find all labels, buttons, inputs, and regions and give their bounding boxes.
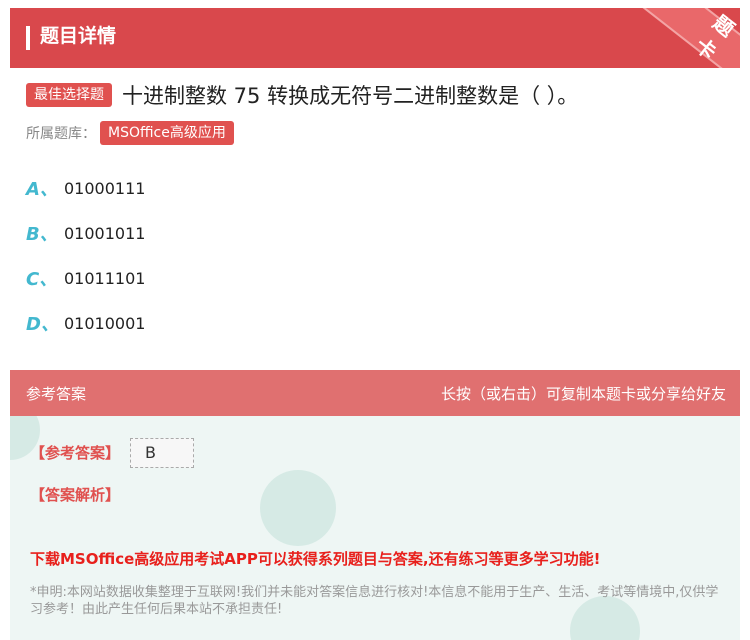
option-letter: A、 bbox=[26, 179, 58, 200]
option-b[interactable]: B、 01001011 bbox=[26, 220, 145, 246]
option-text: 01001011 bbox=[64, 223, 146, 243]
option-letter: D、 bbox=[26, 314, 59, 335]
bank-label: 所属题库： bbox=[26, 126, 96, 142]
app-promo-link[interactable]: 下载MSOffice高级应用考试APP可以获得系列题目与答案,还有练习等更多学习… bbox=[30, 548, 600, 569]
watermark-logo-icon bbox=[260, 470, 336, 546]
option-d[interactable]: D、 01010001 bbox=[26, 310, 145, 336]
question-row: 最佳选择题 十进制整数 75 转换成无符号二进制整数是（ ）。 bbox=[26, 80, 578, 110]
option-c[interactable]: C、 01011101 bbox=[26, 265, 145, 291]
answer-value: B bbox=[130, 438, 194, 468]
answer-label: 【参考答案】 bbox=[30, 444, 121, 462]
page-title: 题目详情 bbox=[40, 25, 117, 47]
option-text: 01000111 bbox=[64, 178, 146, 198]
option-letter: B、 bbox=[26, 224, 58, 245]
option-a[interactable]: A、 01000111 bbox=[26, 175, 145, 201]
answer-header: 参考答案 长按（或右击）可复制本题卡或分享给好友 bbox=[10, 370, 740, 416]
option-letter: C、 bbox=[26, 269, 58, 290]
option-text: 01010001 bbox=[64, 313, 146, 333]
bank-link[interactable]: MSOffice高级应用 bbox=[100, 121, 234, 145]
question-type-badge: 最佳选择题 bbox=[26, 83, 112, 107]
share-hint: 长按（或右击）可复制本题卡或分享给好友 bbox=[440, 385, 726, 403]
option-text: 01011101 bbox=[64, 268, 146, 288]
card-header: 题目详情 题卡 bbox=[10, 8, 740, 68]
answer-header-title: 参考答案 bbox=[26, 385, 87, 403]
header-accent-bar bbox=[26, 26, 30, 50]
analysis-label: 【答案解析】 bbox=[30, 486, 121, 504]
question-text: 十进制整数 75 转换成无符号二进制整数是（ ）。 bbox=[122, 84, 579, 108]
answer-panel: 参考答案 长按（或右击）可复制本题卡或分享给好友 【参考答案】 B 【答案解析】… bbox=[10, 370, 740, 640]
disclaimer: *申明:本网站数据收集整理于互联网!我们并未能对答案信息进行核对!本信息不能用于… bbox=[30, 585, 719, 617]
bank-row: 所属题库： MSOffice高级应用 bbox=[26, 120, 234, 146]
